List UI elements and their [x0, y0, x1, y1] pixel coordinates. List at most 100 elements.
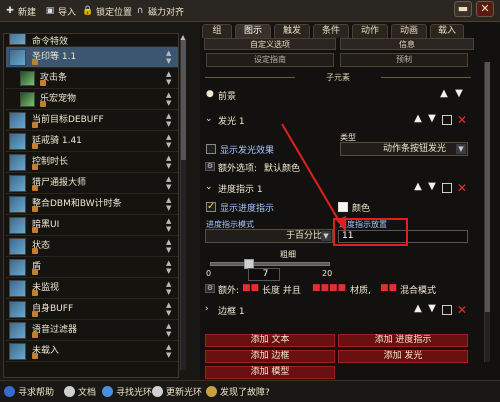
- move-up-icon[interactable]: ▲: [412, 114, 424, 124]
- expand-chevron-icon[interactable]: ›: [205, 304, 209, 314]
- bug-report-link[interactable]: 发现了故障?: [206, 385, 270, 398]
- collapse-chevron-icon[interactable]: ⌄: [205, 114, 213, 124]
- move-down-icon[interactable]: ▼: [166, 268, 174, 275]
- aura-list[interactable]: 命令特效 圣印等 1.1 ▲ ▼ 攻击条 ▲ ▼ 乐宏宠物 ▲ ▼ 当前目标DEBUFF ▲ ▼ 延戒骑…: [3, 33, 179, 378]
- list-item[interactable]: 状态 ▲ ▼: [6, 236, 178, 257]
- list-item[interactable]: 未载入 ▲ ▼: [6, 341, 178, 362]
- add-text-button[interactable]: 添加 文本: [205, 334, 335, 347]
- find-aura-link[interactable]: 寻找光环: [102, 385, 152, 398]
- list-item[interactable]: 未监视 ▲ ▼: [6, 278, 178, 299]
- move-up-icon[interactable]: ▲: [412, 182, 424, 192]
- move-up-icon[interactable]: ▲: [166, 323, 174, 330]
- import-button[interactable]: ▣ 导入: [44, 3, 76, 19]
- subtab-custom-options[interactable]: 自定义选项: [204, 38, 336, 50]
- move-down-icon[interactable]: ▼: [426, 182, 438, 192]
- move-down-icon[interactable]: ▼: [166, 142, 174, 149]
- docs-link[interactable]: 文档: [64, 385, 96, 398]
- close-button[interactable]: ✕: [476, 1, 494, 17]
- duplicate-icon[interactable]: [442, 305, 452, 315]
- help-link[interactable]: 寻求帮助: [4, 385, 54, 398]
- subtab-info[interactable]: 信息: [340, 38, 474, 50]
- delete-icon[interactable]: ✕: [456, 182, 468, 194]
- add-model-button[interactable]: 添加 模型: [205, 366, 335, 379]
- list-scrollbar[interactable]: [180, 40, 186, 370]
- move-down-icon[interactable]: ▼: [166, 247, 174, 254]
- move-up-icon[interactable]: ▲: [166, 344, 174, 351]
- move-down-icon[interactable]: ▼: [166, 163, 174, 170]
- move-up-icon[interactable]: ▲: [166, 176, 174, 183]
- options-scrollbar[interactable]: [484, 62, 490, 362]
- collapse-chevron-icon[interactable]: ⌄: [205, 182, 213, 192]
- show-glow-checkbox[interactable]: [206, 144, 216, 154]
- tab-4[interactable]: 动作: [352, 24, 388, 38]
- preset-dropdown[interactable]: 预制: [340, 53, 468, 67]
- move-down-icon[interactable]: ▼: [426, 114, 438, 124]
- tab-5[interactable]: 动画: [391, 24, 427, 38]
- move-up-icon[interactable]: ▲: [166, 260, 174, 267]
- move-down-icon[interactable]: ▼: [166, 352, 174, 359]
- list-item[interactable]: 猎尸通报大师 ▲ ▼: [6, 173, 178, 194]
- glow-type-dropdown[interactable]: 动作条按钮发光 ▼: [340, 142, 468, 156]
- scrollbar-thumb[interactable]: [485, 62, 490, 312]
- move-down-icon[interactable]: ▼: [166, 100, 174, 107]
- gear-icon[interactable]: ⚙: [205, 284, 215, 293]
- list-item[interactable]: 当前目标DEBUFF ▲ ▼: [6, 110, 178, 131]
- add-progress-button[interactable]: 添加 进度指示: [338, 334, 468, 347]
- list-item[interactable]: 自身BUFF ▲ ▼: [6, 299, 178, 320]
- list-item-partial[interactable]: 命令特效: [6, 34, 178, 47]
- move-down-icon[interactable]: ▼: [166, 289, 174, 296]
- list-item[interactable]: 乐宏宠物 ▲ ▼: [6, 89, 178, 110]
- list-item[interactable]: 语音过滤器 ▲ ▼: [6, 320, 178, 341]
- minimize-button[interactable]: ▬: [454, 1, 472, 17]
- gear-icon[interactable]: ⚙: [205, 162, 215, 171]
- list-item[interactable]: 暗黑UI ▲ ▼: [6, 215, 178, 236]
- list-item[interactable]: 盾 ▲ ▼: [6, 257, 178, 278]
- width-input[interactable]: 7: [248, 268, 280, 281]
- move-up-icon[interactable]: ▲: [166, 197, 174, 204]
- list-item[interactable]: 整合DBM和BW计时条 ▲ ▼: [6, 194, 178, 215]
- add-border-button[interactable]: 添加 边框: [205, 350, 335, 363]
- lock-position-button[interactable]: 🔒 锁定位置: [82, 3, 132, 19]
- move-up-icon[interactable]: ▲: [166, 113, 174, 120]
- move-down-icon[interactable]: ▼: [166, 205, 174, 212]
- width-slider-track[interactable]: [210, 262, 330, 266]
- move-up-icon[interactable]: ▲: [438, 89, 450, 99]
- tab-1[interactable]: 图示: [235, 24, 271, 38]
- scrollbar-thumb[interactable]: [181, 40, 186, 160]
- delete-icon[interactable]: ✕: [456, 304, 468, 316]
- move-down-icon[interactable]: ▼: [426, 304, 438, 314]
- move-down-icon[interactable]: ▼: [166, 58, 174, 65]
- duplicate-icon[interactable]: [442, 183, 452, 193]
- move-down-icon[interactable]: ▼: [166, 310, 174, 317]
- delete-icon[interactable]: ✕: [456, 114, 468, 126]
- new-button[interactable]: ✚ 新建: [4, 3, 36, 19]
- move-up-icon[interactable]: ▲: [166, 239, 174, 246]
- tab-6[interactable]: 载入: [430, 24, 464, 38]
- move-up-icon[interactable]: ▲: [166, 50, 174, 57]
- move-up-icon[interactable]: ▲: [166, 302, 174, 309]
- add-glow-button[interactable]: 添加 发光: [338, 350, 468, 363]
- move-up-icon[interactable]: ▲: [412, 304, 424, 314]
- list-item[interactable]: 攻击条 ▲ ▼: [6, 68, 178, 89]
- move-down-icon[interactable]: ▼: [166, 331, 174, 338]
- tab-3[interactable]: 条件: [313, 24, 349, 38]
- move-down-icon[interactable]: ▼: [166, 184, 174, 191]
- show-progress-checkbox[interactable]: [206, 201, 216, 212]
- tab-0[interactable]: 组: [202, 24, 232, 38]
- move-down-icon[interactable]: ▼: [166, 121, 174, 128]
- magnet-align-button[interactable]: ∩ 磁力对齐: [134, 3, 184, 19]
- tab-2[interactable]: 触发: [274, 24, 310, 38]
- move-up-icon[interactable]: ▲: [166, 134, 174, 141]
- move-up-icon[interactable]: ▲: [166, 218, 174, 225]
- move-up-icon[interactable]: ▲: [166, 71, 174, 78]
- move-up-icon[interactable]: ▲: [166, 281, 174, 288]
- guide-dropdown[interactable]: 设定指南: [206, 53, 334, 67]
- move-up-icon[interactable]: ▲: [166, 155, 174, 162]
- list-item[interactable]: 控制时长 ▲ ▼: [6, 152, 178, 173]
- list-item[interactable]: 延戒骑 1.41 ▲ ▼: [6, 131, 178, 152]
- move-down-icon[interactable]: ▼: [166, 79, 174, 86]
- list-item[interactable]: 圣印等 1.1 ▲ ▼: [6, 47, 178, 68]
- move-down-icon[interactable]: ▼: [166, 226, 174, 233]
- move-up-icon[interactable]: ▲: [166, 92, 174, 99]
- duplicate-icon[interactable]: [442, 115, 452, 125]
